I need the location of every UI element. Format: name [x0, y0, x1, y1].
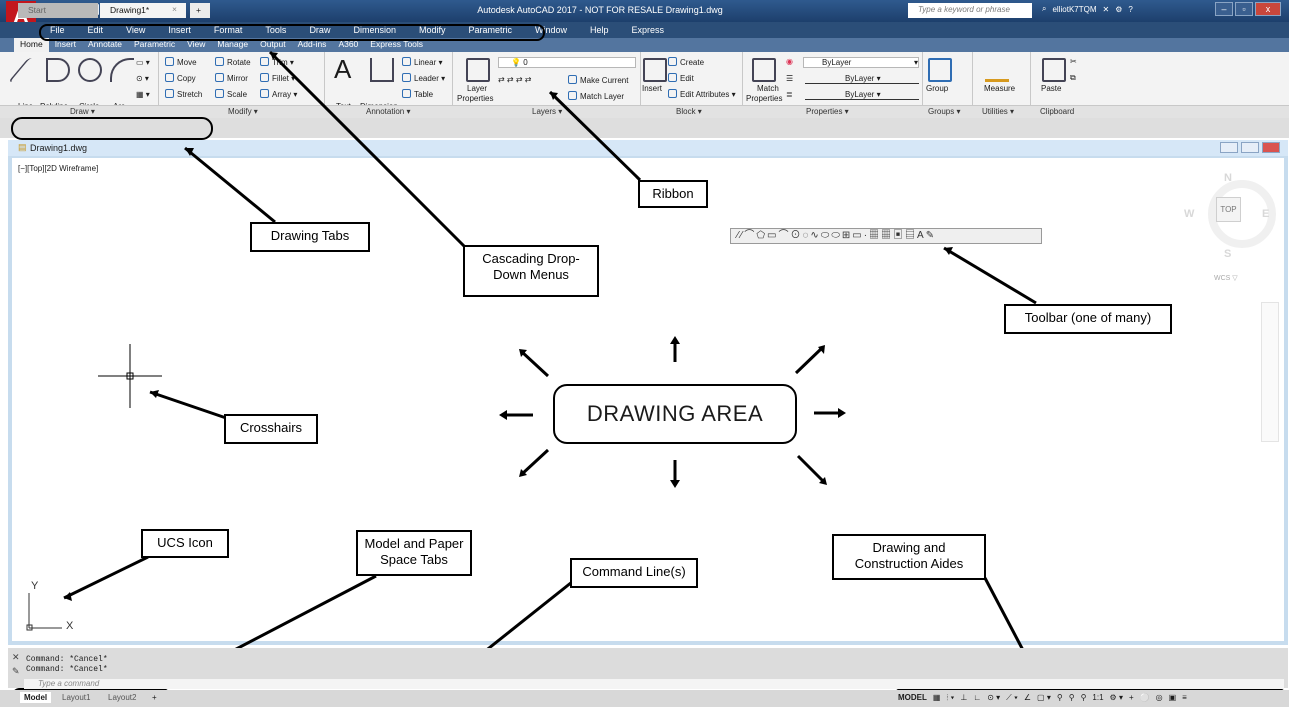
- hardware-acceleration-icon[interactable]: ◎: [1156, 693, 1163, 703]
- ucs-y-label: Y: [31, 580, 39, 592]
- model-space-toggle[interactable]: MODEL: [898, 693, 927, 703]
- infer-constraints-icon[interactable]: ⊥: [960, 693, 967, 703]
- arrowheads: [64, 52, 1046, 694]
- drawing-aids: MODEL ▦ ⦙ ▾ ⊥ ∟ ⊙ ▾ ⟋ ▾ ∠ ▢ ▾ ⚲ ⚲ ⚲ 1:1 …: [898, 693, 1187, 703]
- callout-crosshairs: Crosshairs: [224, 414, 318, 444]
- callout-arrows: [63, 50, 1046, 695]
- object-snap-tracking-icon[interactable]: ∠: [1024, 693, 1031, 703]
- command-input[interactable]: Type a command: [24, 679, 1284, 689]
- annotation-scale-icon[interactable]: ⚲: [1081, 693, 1087, 703]
- object-snap-icon[interactable]: ▢ ▾: [1037, 693, 1051, 703]
- callout-drawing-tabs: Drawing Tabs: [250, 222, 370, 252]
- new-layout-button[interactable]: +: [148, 692, 161, 703]
- clean-screen-icon[interactable]: ▣: [1169, 693, 1177, 703]
- callout-highlight-ellipses: [11, 24, 1287, 707]
- autocad-window: { "window": { "title": "Autodesk AutoCAD…: [0, 0, 1289, 707]
- callout-model-paper-tabs: Model and Paper Space Tabs: [356, 530, 472, 576]
- auto-scale-icon[interactable]: ⚲: [1069, 693, 1075, 703]
- grid-icon[interactable]: ▦: [933, 693, 941, 703]
- command-close-icon[interactable]: ✕: [12, 652, 20, 663]
- ucs-x-label: X: [66, 620, 74, 632]
- ucs-icon: [26, 593, 62, 631]
- command-history-line: Command: *Cancel*: [26, 655, 108, 664]
- isodraft-icon[interactable]: ⟋ ▾: [1006, 693, 1018, 703]
- callout-cascading-menus: Cascading Drop- Down Menus: [463, 245, 599, 297]
- tab-model[interactable]: Model: [20, 692, 52, 703]
- workspace-gear-icon[interactable]: ⚙ ▾: [1110, 693, 1123, 703]
- annotation-overlay: [11, 24, 1287, 707]
- tab-layout1[interactable]: Layout1: [58, 692, 94, 703]
- callout-ribbon: Ribbon: [638, 180, 708, 208]
- annotation-visibility-icon[interactable]: ⚲: [1057, 693, 1063, 703]
- crosshairs-cursor: [98, 344, 162, 408]
- annotation-monitor-icon[interactable]: +: [1129, 693, 1134, 703]
- callout-ucs-icon: UCS Icon: [141, 529, 229, 558]
- polar-tracking-icon[interactable]: ⊙ ▾: [987, 693, 1000, 703]
- ortho-icon[interactable]: ∟: [973, 693, 981, 703]
- drawing-area-label: DRAWING AREA: [553, 384, 797, 444]
- callout-command-line: Command Line(s): [570, 558, 698, 588]
- tab-layout2[interactable]: Layout2: [104, 692, 140, 703]
- snap-icon[interactable]: ⦙ ▾: [946, 693, 954, 703]
- command-history-line: Command: *Cancel*: [26, 665, 108, 674]
- command-customize-icon[interactable]: ✎: [12, 666, 20, 677]
- callout-drawing-aides: Drawing and Construction Aides: [832, 534, 986, 580]
- annotation-scale-value[interactable]: 1:1: [1092, 693, 1103, 703]
- callout-toolbar: Toolbar (one of many): [1004, 304, 1172, 334]
- customization-icon[interactable]: ≡: [1182, 693, 1187, 703]
- isolate-objects-icon[interactable]: ⚪: [1140, 693, 1150, 703]
